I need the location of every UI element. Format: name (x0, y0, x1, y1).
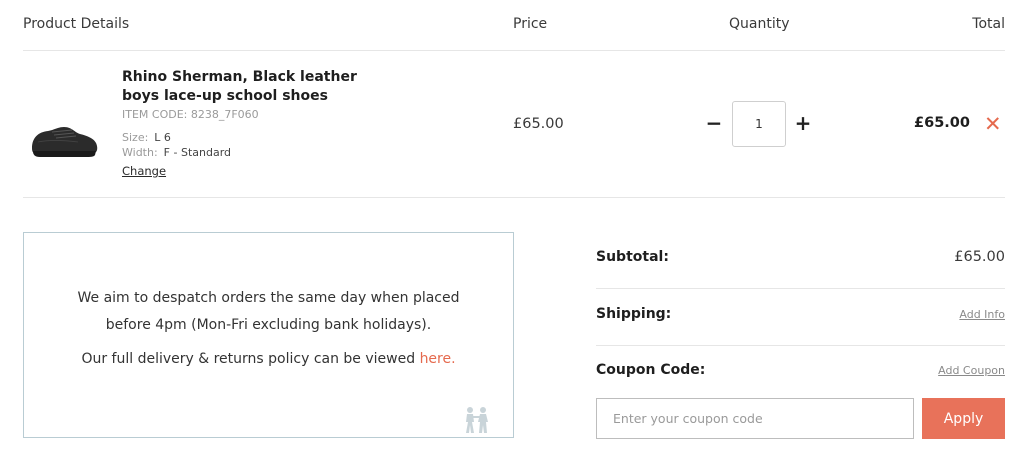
apply-coupon-button[interactable]: Apply (922, 398, 1005, 439)
header-price: Price (513, 16, 548, 32)
header-divider (23, 50, 1005, 51)
add-shipping-info-link[interactable]: Add Info (959, 308, 1005, 321)
children-walking-icon (466, 407, 488, 433)
delivery-info-box: We aim to despatch orders the same day w… (23, 232, 514, 438)
policy-text: Our full delivery & returns policy can b… (24, 351, 513, 367)
coupon-code-label: Coupon Code: (596, 362, 706, 378)
quantity-input[interactable]: 1 (732, 101, 786, 147)
add-coupon-link[interactable]: Add Coupon (938, 364, 1005, 377)
size-row: Size: L 6 (122, 131, 171, 144)
increment-quantity-button[interactable]: + (793, 111, 813, 135)
summary-divider (596, 345, 1005, 346)
item-price: £65.00 (513, 116, 564, 132)
item-code: ITEM CODE: 8238_7F060 (122, 108, 259, 121)
decrement-quantity-button[interactable]: − (704, 111, 724, 135)
policy-link[interactable]: here. (420, 351, 456, 367)
summary-divider (596, 288, 1005, 289)
width-row: Width: F - Standard (122, 146, 231, 159)
remove-item-icon[interactable]: ✕ (984, 113, 1002, 135)
row-divider (23, 197, 1005, 198)
header-quantity: Quantity (729, 16, 790, 32)
size-label: Size: (122, 131, 149, 144)
shipping-label: Shipping: (596, 306, 672, 322)
policy-text-label: Our full delivery & returns policy can b… (81, 351, 420, 367)
coupon-code-input[interactable] (596, 398, 914, 439)
item-total: £65.00 (914, 115, 970, 131)
subtotal-value: £65.00 (954, 249, 1005, 265)
subtotal-label: Subtotal: (596, 249, 669, 265)
header-product-details: Product Details (23, 16, 130, 32)
product-name[interactable]: Rhino Sherman, Black leather boys lace-u… (122, 68, 382, 106)
product-image[interactable] (28, 124, 100, 160)
size-value: L 6 (154, 131, 171, 144)
despatch-text: We aim to despatch orders the same day w… (77, 290, 460, 333)
header-total: Total (972, 16, 1005, 32)
width-label: Width: (122, 146, 158, 159)
change-link[interactable]: Change (122, 164, 166, 178)
width-value: F - Standard (163, 146, 232, 159)
